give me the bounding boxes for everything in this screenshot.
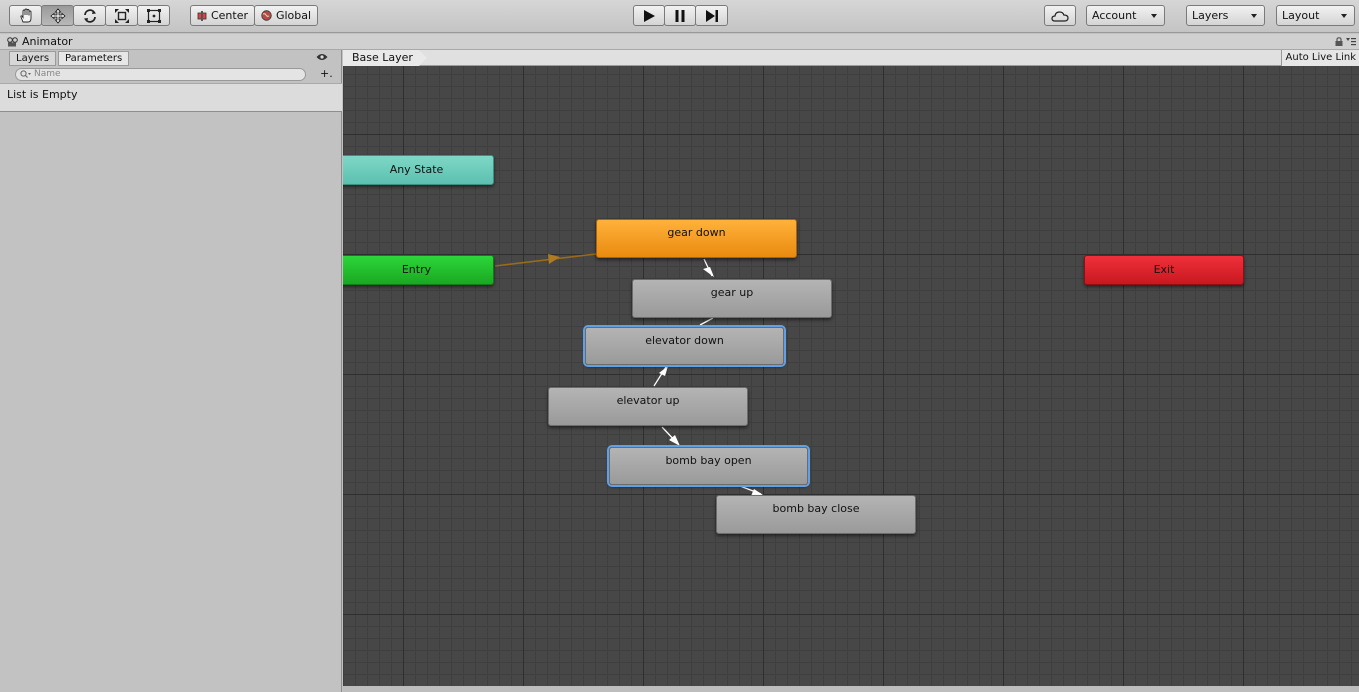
globe-icon bbox=[261, 10, 272, 21]
state-label: elevator down bbox=[645, 334, 724, 347]
main-toolbar: Center Global Account Layers Layout bbox=[0, 0, 1359, 33]
state-exit[interactable]: Exit bbox=[1084, 255, 1244, 285]
step-forward-icon bbox=[705, 9, 718, 22]
transition-arrows bbox=[494, 253, 763, 496]
empty-list-text: List is Empty bbox=[7, 88, 78, 101]
transition-arrowhead bbox=[703, 267, 714, 277]
rotate-tool-button[interactable] bbox=[73, 5, 106, 26]
search-icon bbox=[20, 70, 31, 78]
animator-window-tab[interactable]: Animator bbox=[0, 34, 1359, 50]
pivot-space-button[interactable]: Global bbox=[254, 5, 318, 26]
state-gear-up[interactable]: gear up bbox=[632, 279, 832, 318]
parameters-panel: Layers Parameters Name +. List is Empty bbox=[0, 50, 342, 692]
pivot-mode-button[interactable]: Center bbox=[190, 5, 255, 26]
state-label: Exit bbox=[1153, 263, 1175, 276]
rect-tool-button[interactable] bbox=[137, 5, 170, 26]
state-label: bomb bay close bbox=[772, 502, 860, 515]
scale-tool-button[interactable] bbox=[105, 5, 138, 26]
state-machine-graph[interactable]: Any State Entry Exit gear down gear up e… bbox=[343, 66, 1359, 686]
cloud-button[interactable] bbox=[1044, 5, 1076, 26]
window-menu-icon[interactable] bbox=[1346, 37, 1356, 46]
state-label: gear down bbox=[667, 226, 726, 239]
eye-icon[interactable] bbox=[316, 53, 328, 61]
scale-icon bbox=[114, 8, 129, 23]
hand-icon bbox=[19, 8, 31, 22]
state-elevator-down[interactable]: elevator down bbox=[585, 327, 784, 365]
move-icon bbox=[49, 7, 66, 24]
play-icon bbox=[644, 9, 655, 22]
layout-dropdown[interactable]: Layout bbox=[1276, 5, 1355, 26]
graph-header-bar: Base Layer Auto Live Link bbox=[343, 50, 1359, 66]
tab-parameters[interactable]: Parameters bbox=[58, 51, 130, 66]
pivot-center-icon bbox=[197, 10, 207, 21]
entry-default-transition bbox=[494, 253, 597, 267]
rect-transform-icon bbox=[146, 8, 161, 23]
account-label: Account bbox=[1092, 9, 1137, 22]
state-label: bomb bay open bbox=[665, 454, 752, 467]
state-label: gear up bbox=[710, 286, 754, 299]
state-entry[interactable]: Entry bbox=[343, 255, 494, 285]
state-bomb-bay-open[interactable]: bomb bay open bbox=[609, 447, 808, 485]
account-dropdown[interactable]: Account bbox=[1086, 5, 1165, 26]
add-parameter-button[interactable]: +. bbox=[320, 67, 333, 80]
parameter-search-input[interactable]: Name bbox=[15, 68, 306, 81]
state-bomb-bay-close[interactable]: bomb bay close bbox=[716, 495, 916, 534]
pivot-space-label: Global bbox=[275, 9, 312, 22]
auto-live-link-toggle[interactable]: Auto Live Link bbox=[1280, 50, 1359, 66]
state-label: elevator up bbox=[616, 394, 680, 407]
layout-label: Layout bbox=[1282, 9, 1320, 22]
breadcrumb-base-layer[interactable]: Base Layer bbox=[343, 50, 427, 66]
pause-button[interactable] bbox=[664, 5, 696, 26]
horizontal-scrollbar[interactable] bbox=[343, 686, 1359, 692]
window-title: Animator bbox=[22, 35, 73, 48]
play-button[interactable] bbox=[633, 5, 665, 26]
state-elevator-up[interactable]: elevator up bbox=[548, 387, 748, 426]
tab-layers[interactable]: Layers bbox=[9, 51, 57, 66]
state-any-state[interactable]: Any State bbox=[343, 155, 494, 185]
state-label: Entry bbox=[401, 263, 432, 276]
animator-icon bbox=[7, 37, 18, 47]
pause-icon bbox=[675, 9, 685, 22]
rotate-icon bbox=[83, 8, 96, 23]
search-placeholder: Name bbox=[34, 69, 61, 79]
state-gear-down[interactable]: gear down bbox=[596, 219, 797, 258]
step-button[interactable] bbox=[695, 5, 728, 26]
parameter-list: List is Empty bbox=[0, 83, 342, 112]
transition-arrowhead bbox=[659, 366, 668, 376]
state-label: Any State bbox=[389, 163, 444, 176]
pivot-mode-label: Center bbox=[210, 9, 249, 22]
layers-label: Layers bbox=[1192, 9, 1229, 22]
cloud-icon bbox=[1051, 10, 1069, 22]
layers-dropdown[interactable]: Layers bbox=[1186, 5, 1265, 26]
move-tool-button[interactable] bbox=[41, 5, 74, 26]
transition-gear-up-to-elevator-down bbox=[699, 317, 714, 326]
lock-icon[interactable] bbox=[1335, 37, 1343, 46]
hand-tool-button[interactable] bbox=[9, 5, 42, 26]
